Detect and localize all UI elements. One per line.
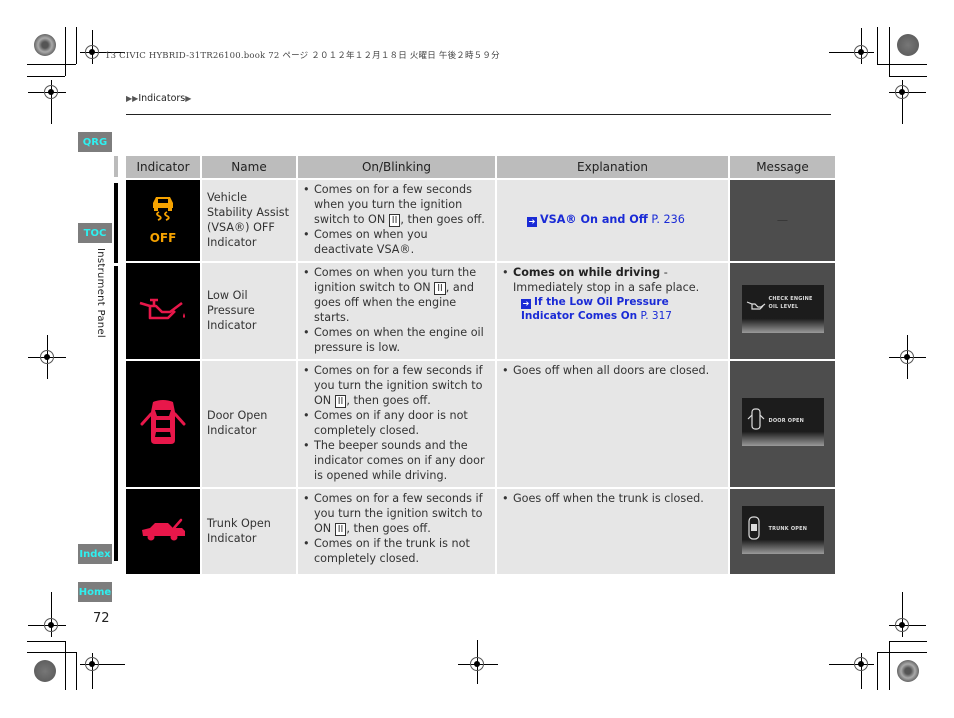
bullet-item: Comes on for a few seconds when you turn… xyxy=(303,182,490,227)
header-on-blinking: On/Blinking xyxy=(298,156,495,178)
header-message: Message xyxy=(730,156,835,178)
link-arrow-icon: ➔ xyxy=(521,299,531,309)
section-tab-marker xyxy=(114,156,118,177)
message-text: TRUNK OPEN xyxy=(768,525,808,532)
on-blinking-cell: Comes on for a few seconds if you turn t… xyxy=(298,361,495,487)
header-indicator: Indicator xyxy=(126,156,200,178)
ignition-on-key-icon: II xyxy=(334,523,347,536)
explanation-cell: ➔ VSA® On and Off P. 236 xyxy=(497,180,728,261)
message-cell: DOOR OPEN xyxy=(730,361,835,487)
ignition-on-key-icon: II xyxy=(334,395,347,408)
message-cell: — xyxy=(730,180,835,261)
ignition-on-key-icon: II xyxy=(388,214,401,227)
section-label: Instrument Panel xyxy=(95,248,106,338)
color-registration-disc-icon xyxy=(897,660,919,682)
toc-button[interactable]: TOC xyxy=(78,223,112,243)
message-display-screen: TRUNK OPEN xyxy=(741,505,824,554)
bullet-item: Comes on when you turn the ignition swit… xyxy=(303,265,490,325)
home-button[interactable]: Home xyxy=(78,582,112,602)
table-row: Trunk Open Indicator Comes on for a few … xyxy=(126,489,835,574)
message-text: CHECK ENGINE OIL LEVEL xyxy=(768,296,813,310)
indicator-cell xyxy=(126,361,200,487)
bullet-item: Comes on while driving - Immediately sto… xyxy=(502,265,723,295)
on-blinking-cell: Comes on for a few seconds if you turn t… xyxy=(298,489,495,574)
section-tab-marker xyxy=(114,183,118,263)
breadcrumb-indicators[interactable]: Indicators xyxy=(138,93,185,104)
section-tab-marker xyxy=(114,266,118,561)
indicator-name: Trunk Open Indicator xyxy=(202,489,296,574)
indicator-name: Vehicle Stability Assist (VSA®) OFF Indi… xyxy=(202,180,296,261)
indicator-table: Indicator Name On/Blinking Explanation M… xyxy=(124,154,837,576)
table-header-row: Indicator Name On/Blinking Explanation M… xyxy=(126,156,835,178)
breadcrumb-suffix-icon: ▶ xyxy=(185,94,192,103)
breadcrumb-prefix-icon: ▶▶ xyxy=(126,94,139,103)
bullet-item: Comes on if the trunk is not completely … xyxy=(303,536,490,566)
vsa-off-icon: OFF xyxy=(149,195,177,246)
trunk-open-icon xyxy=(140,518,186,545)
header-name: Name xyxy=(202,156,296,178)
bullet-item: Comes on if any door is not completely c… xyxy=(303,408,490,438)
indicator-name: Low Oil Pressure Indicator xyxy=(202,263,296,359)
table-row: Door Open Indicator Comes on for a few s… xyxy=(126,361,835,487)
header-rule xyxy=(126,114,831,115)
qrg-button[interactable]: QRG xyxy=(78,132,112,152)
link-arrow-icon: ➔ xyxy=(527,217,537,227)
bullet-item: Goes off when all doors are closed. xyxy=(502,363,723,378)
bullet-item: Comes on for a few seconds if you turn t… xyxy=(303,491,490,536)
door-open-icon xyxy=(140,400,186,449)
breadcrumb: ▶▶Indicators▶ xyxy=(126,93,191,104)
indicator-cell: OFF xyxy=(126,180,200,261)
oil-pressure-icon xyxy=(138,298,188,326)
bullet-item: Comes on when you deactivate VSA®. xyxy=(303,227,490,257)
bullet-item: Comes on for a few seconds if you turn t… xyxy=(303,363,490,408)
explanation-cell: Goes off when all doors are closed. xyxy=(497,361,728,487)
explanation-cell: Goes off when the trunk is closed. xyxy=(497,489,728,574)
message-cell: TRUNK OPEN xyxy=(730,489,835,574)
header-explanation: Explanation xyxy=(497,156,728,178)
index-button[interactable]: Index xyxy=(78,544,112,564)
explanation-cell: Comes on while driving - Immediately sto… xyxy=(497,263,728,359)
page-number: 72 xyxy=(93,611,110,626)
color-registration-disc-icon xyxy=(34,660,56,682)
ignition-on-key-icon: II xyxy=(434,282,446,295)
table-row: Low Oil Pressure Indicator Comes on when… xyxy=(126,263,835,359)
indicator-cell xyxy=(126,489,200,574)
message-text: DOOR OPEN xyxy=(768,418,805,424)
message-display-screen: CHECK ENGINE OIL LEVEL xyxy=(741,285,824,333)
indicator-name: Door Open Indicator xyxy=(202,361,296,487)
message-cell: CHECK ENGINE OIL LEVEL xyxy=(730,263,835,359)
on-blinking-cell: Comes on for a few seconds when you turn… xyxy=(298,180,495,261)
bullet-item: Goes off when the trunk is closed. xyxy=(502,491,723,506)
bullet-item: The beeper sounds and the indicator come… xyxy=(303,438,490,483)
print-header: 13 CIVIC HYBRID-31TR26100.book 72 ページ ２０… xyxy=(105,51,500,61)
vsa-off-label: OFF xyxy=(149,231,177,245)
color-registration-disc-icon xyxy=(897,34,919,56)
bullet-item: Comes on when the engine oil pressure is… xyxy=(303,325,490,355)
on-blinking-cell: Comes on when you turn the ignition swit… xyxy=(298,263,495,359)
indicator-cell xyxy=(126,263,200,359)
color-registration-disc-icon xyxy=(34,34,56,56)
vsa-on-off-link[interactable]: ➔ VSA® On and Off P. 236 xyxy=(527,213,685,227)
table-row: OFF Vehicle Stability Assist (VSA®) OFF … xyxy=(126,180,835,261)
low-oil-pressure-link[interactable]: ➔ If the Low Oil Pressure Indicator Comes… xyxy=(502,295,723,323)
message-display-screen: DOOR OPEN xyxy=(741,398,824,446)
